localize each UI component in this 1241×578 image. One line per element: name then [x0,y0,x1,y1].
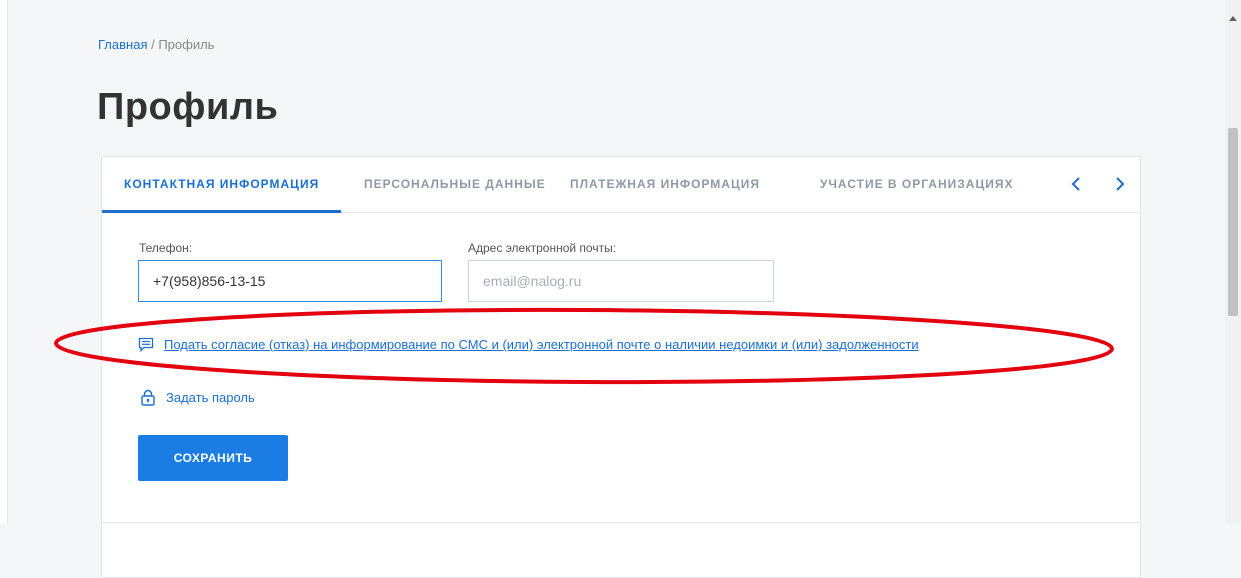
save-button[interactable]: СОХРАНИТЬ [138,435,288,481]
page-title: Профиль [97,86,279,128]
tab-personal-data[interactable]: ПЕРСОНАЛЬНЫЕ ДАННЫЕ [364,157,546,212]
profile-tabs: КОНТАКТНАЯ ИНФОРМАЦИЯ ПЕРСОНАЛЬНЫЕ ДАННЫ… [102,157,1140,213]
message-icon [138,337,154,352]
profile-card: КОНТАКТНАЯ ИНФОРМАЦИЯ ПЕРСОНАЛЬНЫЕ ДАННЫ… [101,156,1141,578]
breadcrumb: Главная / Профиль [98,37,214,52]
tab-contact-info[interactable]: КОНТАКТНАЯ ИНФОРМАЦИЯ [102,157,342,213]
window-left-edge [0,0,8,523]
password-link[interactable]: Задать пароль [166,390,255,405]
tabs-next-button[interactable] [1109,171,1131,197]
consent-link-row[interactable]: Подать согласие (отказ) на информировани… [138,337,919,352]
chevron-right-icon [1116,177,1125,191]
lock-icon [141,389,155,406]
email-label: Адрес электронной почты: [468,241,617,255]
breadcrumb-home-link[interactable]: Главная [98,37,147,52]
breadcrumb-separator: / [147,37,159,52]
phone-input[interactable] [138,260,442,302]
breadcrumb-current: Профиль [158,37,215,52]
consent-link[interactable]: Подать согласие (отказ) на информировани… [164,337,919,352]
email-input[interactable] [468,260,774,302]
chevron-left-icon [1071,177,1080,191]
phone-label: Телефон: [139,241,193,255]
scroll-up-arrow-icon[interactable] [1229,16,1237,21]
scroll-thumb[interactable] [1228,128,1238,316]
password-link-row[interactable]: Задать пароль [140,389,255,406]
page-scrollbar[interactable] [1225,0,1241,523]
tab-organizations[interactable]: УЧАСТИЕ В ОРГАНИЗАЦИЯХ [820,157,1013,212]
tab-payment-info[interactable]: ПЛАТЕЖНАЯ ИНФОРМАЦИЯ [570,157,760,212]
tabs-prev-button[interactable] [1065,171,1087,197]
